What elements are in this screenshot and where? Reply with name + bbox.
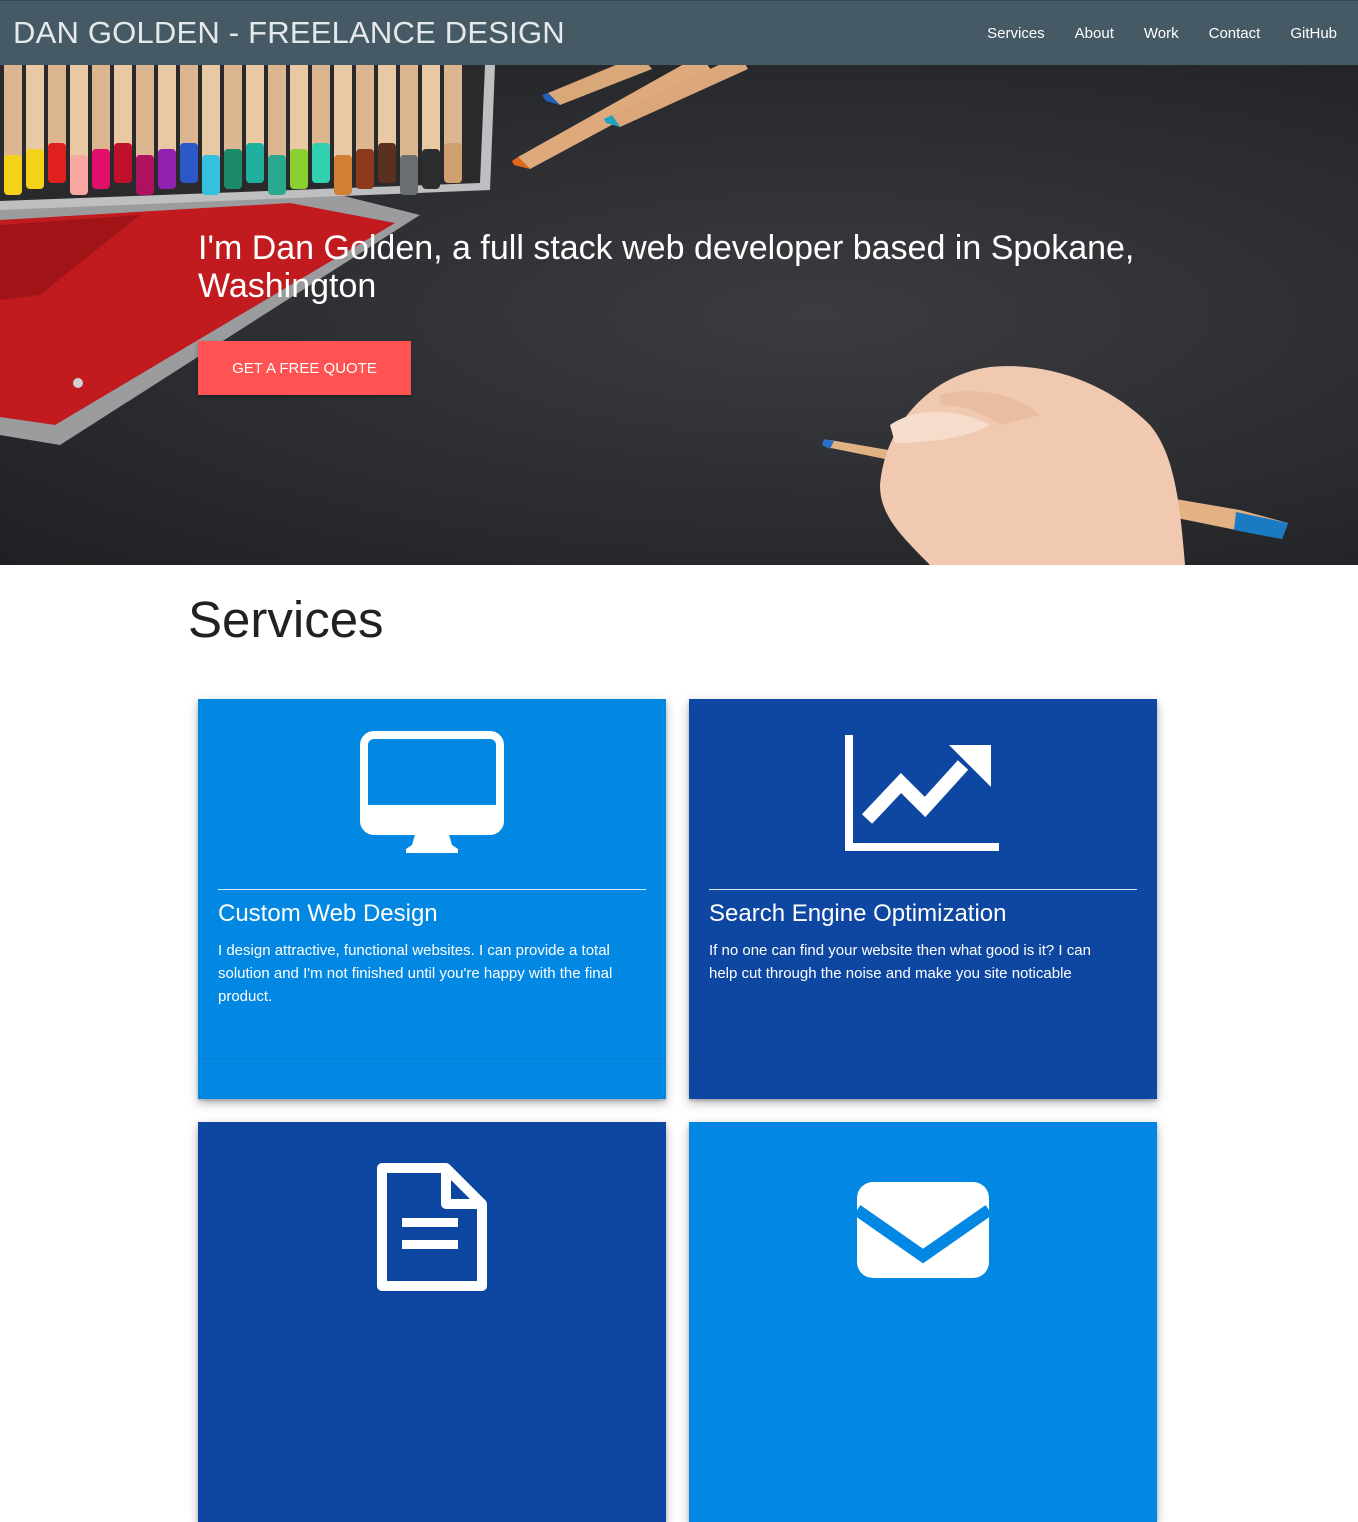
nav-link-github[interactable]: GitHub — [1275, 25, 1352, 42]
card-divider — [218, 889, 646, 890]
card-action-bar[interactable] — [198, 1058, 666, 1099]
site-brand[interactable]: DAN GOLDEN - FREELANCE DESIGN — [0, 15, 565, 51]
hero-headline: I'm Dan Golden, a full stack web develop… — [198, 229, 1135, 305]
chart-line-icon — [689, 699, 1157, 889]
service-card-web-design[interactable]: Custom Web Design I design attractive, f… — [198, 699, 666, 1099]
hero-section: I'm Dan Golden, a full stack web develop… — [0, 65, 1358, 565]
card-description: If no one can find your website then wha… — [709, 942, 1091, 982]
nav-link-work[interactable]: Work — [1129, 25, 1194, 42]
card-action-bar[interactable] — [689, 1058, 1157, 1099]
hand-with-pencil-image — [822, 366, 1288, 565]
nav-links: Services About Work Contact GitHub — [972, 1, 1358, 66]
desktop-icon — [198, 699, 666, 889]
card-title: Search Engine Optimization — [709, 900, 1007, 927]
hero-background-image — [0, 65, 1288, 565]
card-description: I design attractive, functional websites… — [218, 942, 613, 1005]
loose-pencils — [512, 65, 748, 169]
get-free-quote-button[interactable]: GET A FREE QUOTE — [198, 341, 411, 395]
envelope-icon — [689, 1122, 1157, 1312]
tablet-image — [0, 185, 420, 445]
colored-pencils — [4, 65, 462, 195]
card-title: Custom Web Design — [218, 900, 438, 927]
document-icon — [198, 1122, 666, 1312]
nav-link-services[interactable]: Services — [972, 25, 1060, 42]
service-card-content[interactable] — [198, 1122, 666, 1522]
nav-link-about[interactable]: About — [1060, 25, 1129, 42]
service-card-seo[interactable]: Search Engine Optimization If no one can… — [689, 699, 1157, 1099]
services-heading: Services — [188, 591, 384, 648]
top-navbar: DAN GOLDEN - FREELANCE DESIGN Services A… — [0, 0, 1358, 65]
card-divider — [709, 889, 1137, 890]
nav-link-contact[interactable]: Contact — [1194, 25, 1276, 42]
service-card-contact[interactable] — [689, 1122, 1157, 1522]
